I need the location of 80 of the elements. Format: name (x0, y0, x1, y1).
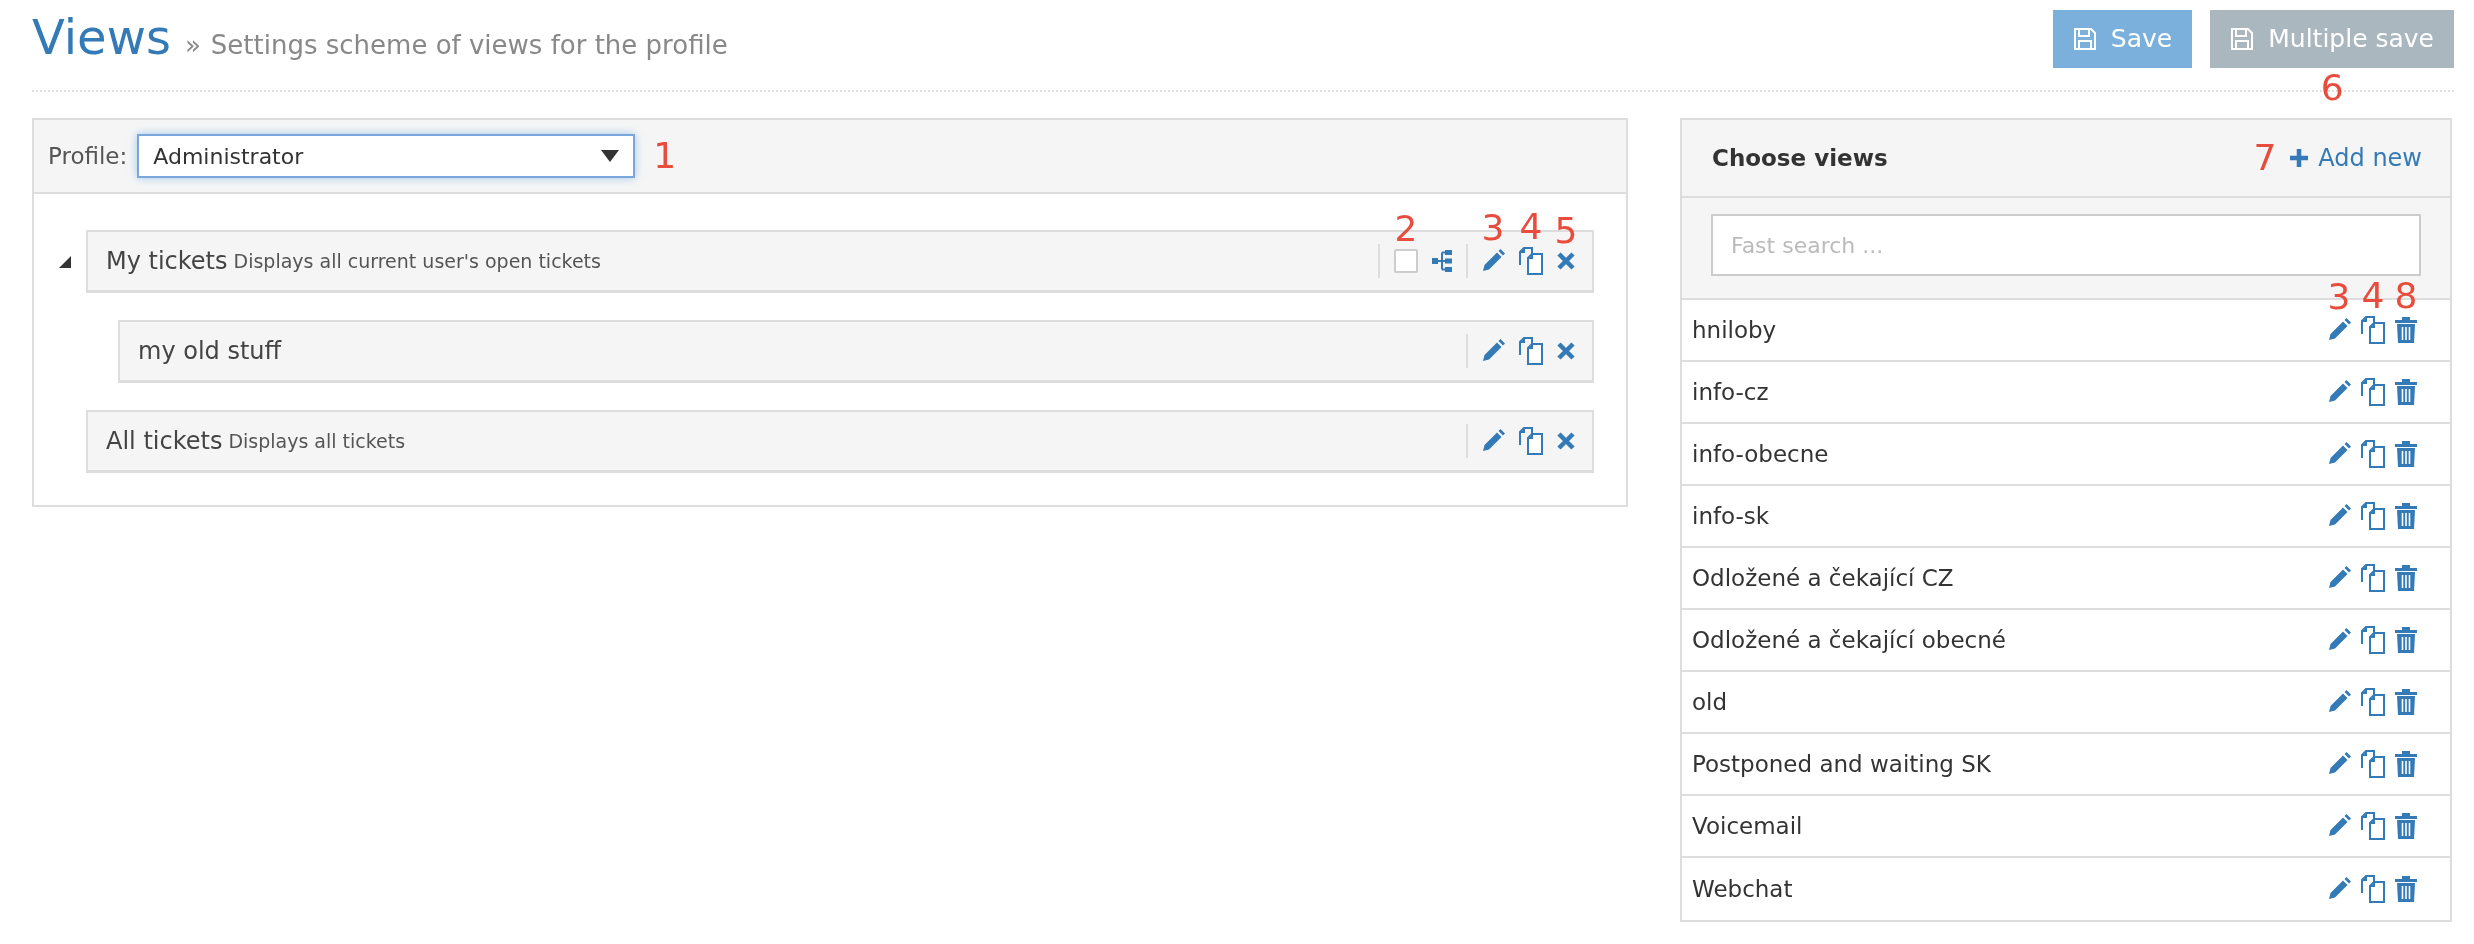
plus-icon (2290, 149, 2309, 167)
trash-icon[interactable] (2394, 626, 2418, 654)
trash-icon[interactable] (2394, 875, 2418, 903)
add-new-link[interactable]: Add new (2290, 140, 2422, 176)
pencil-icon[interactable] (2326, 751, 2352, 777)
view-name: Odložené a čekající obecné (1692, 625, 2006, 655)
pencil-icon[interactable] (2326, 503, 2352, 529)
floppy-icon (2072, 27, 2097, 51)
hierarchy-icon[interactable] (1432, 250, 1452, 272)
annotation-number: 3 (1481, 210, 1505, 246)
node-name: my old stuff (137, 336, 282, 367)
copy-icon[interactable] (2360, 688, 2386, 716)
pencil-icon[interactable] (2326, 876, 2352, 902)
search-field[interactable]: Fast search ... (1711, 214, 2421, 276)
field-label: Profile: (48, 141, 128, 171)
pencil-icon[interactable] (2326, 565, 2352, 591)
page-subtitle: Settings scheme of views for the profile (210, 29, 728, 62)
copy-icon[interactable] (2360, 626, 2386, 654)
annotation-number: 6 (2320, 70, 2344, 106)
view-name: Webchat (1692, 874, 1793, 904)
view-name: hniloby (1692, 315, 1777, 345)
pencil-icon[interactable] (2326, 627, 2352, 653)
close-icon[interactable] (1556, 251, 1576, 271)
floppy-icon (2230, 27, 2255, 51)
node-description: Displays all current user's open tickets (233, 248, 601, 274)
copy-icon[interactable] (1518, 247, 1544, 275)
trash-icon[interactable] (2394, 564, 2418, 592)
trash-icon[interactable] (2394, 440, 2418, 468)
view-name: Postponed and waiting SK (1692, 749, 1991, 779)
close-icon[interactable] (1556, 431, 1576, 451)
view-name: Voicemail (1692, 811, 1803, 841)
copy-icon[interactable] (1518, 337, 1544, 365)
node-name: My tickets (105, 246, 228, 277)
breadcrumb-separator: » (184, 29, 201, 62)
annotation-number: 3 (2327, 279, 2351, 315)
copy-icon[interactable] (2360, 564, 2386, 592)
save-button[interactable]: Save (2052, 10, 2193, 68)
pencil-icon[interactable] (1480, 248, 1506, 274)
view-name: info-obecne (1692, 439, 1829, 469)
copy-icon[interactable] (2360, 378, 2386, 406)
pencil-icon[interactable] (2326, 441, 2352, 467)
node-description: Displays all tickets (228, 428, 406, 454)
trash-icon[interactable] (2394, 316, 2418, 344)
annotation-number: 8 (2394, 278, 2418, 314)
dropdown-caret-icon (601, 150, 620, 162)
trash-icon[interactable] (2394, 502, 2418, 530)
copy-icon[interactable] (2360, 750, 2386, 778)
annotation-number: 4 (2361, 278, 2385, 314)
copy-icon[interactable] (2360, 316, 2386, 344)
expanded-triangle-icon[interactable] (59, 255, 71, 268)
view-name: Odložené a čekající CZ (1692, 563, 1954, 593)
profile-select[interactable]: Administrator (137, 134, 636, 178)
close-icon[interactable] (1556, 341, 1576, 361)
annotation-number: 7 (2253, 140, 2277, 176)
pencil-icon[interactable] (2326, 813, 2352, 839)
annotation-number: 5 (1554, 213, 1578, 249)
copy-icon[interactable] (2360, 440, 2386, 468)
page-title: Views (32, 13, 171, 61)
pencil-icon[interactable] (2326, 317, 2352, 343)
trash-icon[interactable] (2394, 750, 2418, 778)
view-name: old (1692, 687, 1728, 717)
annotation-number: 4 (1519, 209, 1543, 245)
panel-title: Choose views (1712, 143, 1888, 173)
pencil-icon[interactable] (1480, 428, 1506, 454)
node-name: All tickets (105, 426, 223, 457)
annotation-number: 1 (653, 138, 677, 174)
pencil-icon[interactable] (1480, 338, 1506, 364)
copy-icon[interactable] (2360, 812, 2386, 840)
pencil-icon[interactable] (2326, 379, 2352, 405)
trash-icon[interactable] (2394, 688, 2418, 716)
view-name: info-cz (1692, 377, 1769, 407)
trash-icon[interactable] (2394, 812, 2418, 840)
copy-icon[interactable] (2360, 502, 2386, 530)
copy-icon[interactable] (1518, 427, 1544, 455)
trash-icon[interactable] (2394, 378, 2418, 406)
view-name: info-sk (1692, 501, 1770, 531)
annotation-number: 2 (1394, 211, 1418, 247)
checkbox[interactable] (1394, 249, 1418, 273)
copy-icon[interactable] (2360, 875, 2386, 903)
pencil-icon[interactable] (2326, 689, 2352, 715)
